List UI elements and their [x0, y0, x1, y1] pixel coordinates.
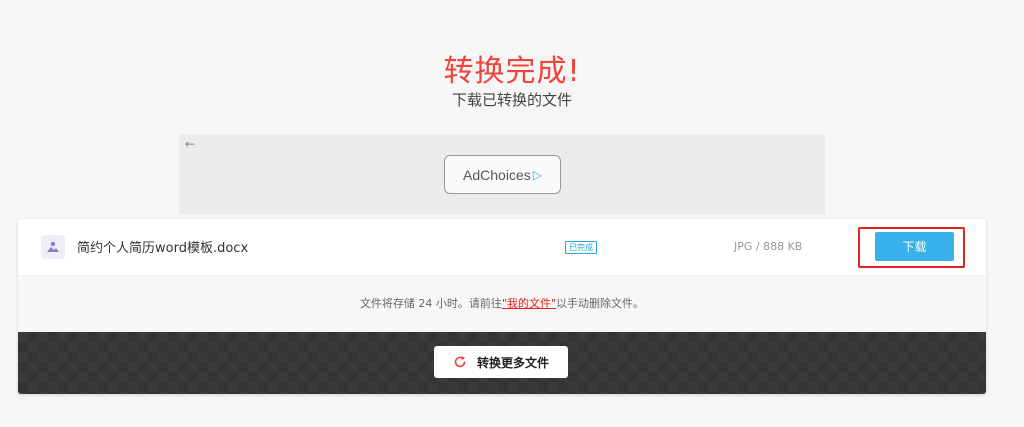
file-row: 简约个人简历word模板.docx 已完成 JPG / 888 KB 下载	[18, 219, 986, 276]
status-badge: 已完成	[565, 241, 597, 254]
adchoices-triangle-icon: ▷	[532, 167, 542, 182]
notice-text-after: 以手动删除文件。	[556, 297, 645, 310]
file-info: JPG / 888 KB	[734, 240, 803, 253]
image-file-icon	[41, 235, 65, 259]
refresh-icon	[453, 355, 467, 369]
adchoices-button[interactable]: AdChoices ▷	[444, 155, 561, 194]
notice-text-before: 文件将存储 24 小时。请前往	[359, 297, 502, 310]
storage-notice: 文件将存储 24 小时。请前往"我的文件"以手动删除文件。	[18, 276, 986, 332]
page-subtitle: 下载已转换的文件	[451, 91, 572, 109]
download-button[interactable]: 下载	[875, 232, 954, 261]
page-title: 转换完成!	[443, 54, 581, 89]
convert-more-label: 转换更多文件	[476, 355, 549, 370]
footer-bar: 转换更多文件	[18, 332, 986, 394]
adchoices-label: AdChoices	[463, 166, 531, 183]
convert-more-button[interactable]: 转换更多文件	[434, 346, 568, 378]
conversion-card: 简约个人简历word模板.docx 已完成 JPG / 888 KB 下载 文件…	[18, 219, 986, 394]
my-files-link[interactable]: "我的文件"	[502, 297, 556, 310]
file-name: 简约个人简历word模板.docx	[77, 241, 249, 256]
ad-banner: ← AdChoices ▷	[179, 134, 825, 214]
arrow-left-icon[interactable]: ←	[185, 137, 195, 151]
